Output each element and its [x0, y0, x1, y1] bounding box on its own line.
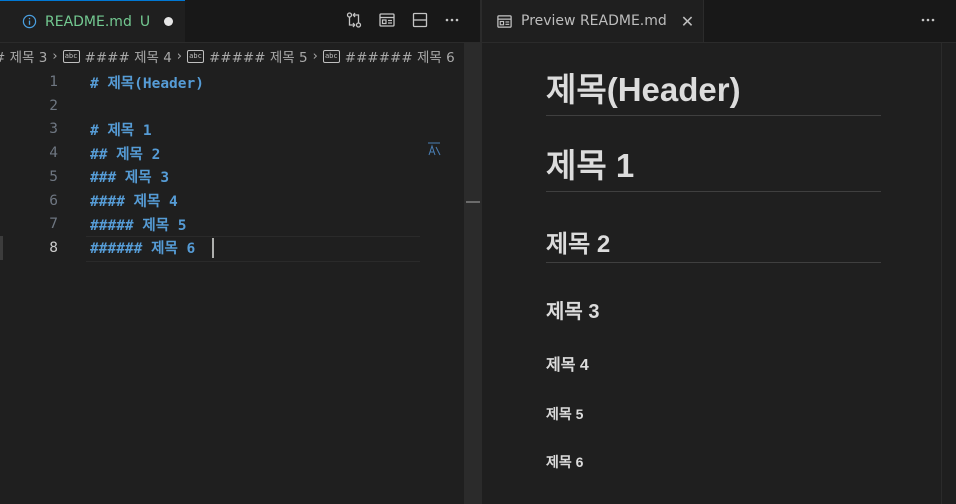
open-preview-icon[interactable]: [376, 9, 398, 31]
preview-h1-header: 제목(Header): [546, 71, 741, 108]
heading-rule: [546, 115, 881, 116]
line-number: 3: [49, 121, 58, 138]
abc-icon: abc: [62, 49, 80, 63]
breadcrumb-item-h5[interactable]: abc ##### 제목 5: [187, 46, 308, 66]
code-line[interactable]: 7 ##### 제목 5: [0, 212, 460, 236]
preview-tab-bar: Preview README.md ✕: [482, 0, 956, 43]
code-editor[interactable]: 1 # 제목(Header) 2 3 # 제목 1 4 ## 제목 2 5 ##…: [0, 70, 480, 504]
preview-group: Preview README.md ✕ 제목(Header) 제목 1 제목 2…: [482, 0, 956, 504]
line-number: 6: [49, 192, 58, 209]
preview-h3: 제목 3: [546, 301, 600, 323]
code-line[interactable]: 4 ## 제목 2: [0, 141, 460, 165]
editor-group: README.md U # 제목 3 › abc #### 제목 4 › abc…: [0, 0, 480, 504]
line-text: ## 제목 2: [90, 146, 161, 163]
breadcrumb: # 제목 3 › abc #### 제목 4 › abc ##### 제목 5 …: [0, 43, 480, 69]
heading-rule: [546, 191, 881, 192]
editor-tab-bar: README.md U: [0, 0, 480, 43]
preview-h4: 제목 4: [546, 357, 589, 374]
line-text: ### 제목 3: [90, 170, 170, 187]
line-text: ###### 제목 6: [90, 241, 196, 258]
text-cursor: [212, 238, 214, 258]
preview-h2: 제목 2: [546, 231, 611, 258]
git-status-badge: U: [139, 13, 151, 30]
code-line[interactable]: 1 # 제목(Header): [0, 70, 460, 94]
heading-rule: [546, 262, 881, 263]
minimap-icon[interactable]: [426, 141, 442, 157]
tab-preview-readme[interactable]: Preview README.md ✕: [482, 0, 704, 42]
code-line[interactable]: 5 ### 제목 3: [0, 165, 460, 189]
line-number: 5: [49, 168, 58, 185]
abc-icon: abc: [322, 49, 340, 63]
code-line[interactable]: 8 ###### 제목 6: [0, 236, 460, 260]
breadcrumb-item-h3[interactable]: # 제목 3: [0, 46, 47, 66]
line-text: #### 제목 4: [90, 194, 178, 210]
line-number: 4: [49, 145, 58, 162]
tab-readme[interactable]: README.md U: [0, 0, 185, 42]
preview-icon: [496, 13, 513, 30]
preview-scrollbar[interactable]: [941, 43, 956, 504]
chevron-right-icon: ›: [312, 48, 318, 64]
compare-changes-icon[interactable]: [343, 9, 365, 31]
breadcrumb-item-h4[interactable]: abc #### 제목 4: [62, 46, 172, 66]
preview-h1: 제목 1: [546, 147, 635, 184]
info-icon: [22, 14, 37, 29]
close-icon[interactable]: ✕: [681, 12, 694, 31]
line-number: 7: [49, 216, 58, 233]
code-line[interactable]: 2: [0, 94, 460, 118]
tab-label: Preview README.md: [521, 13, 667, 29]
breadcrumb-item-h6[interactable]: abc ###### 제목 6: [322, 46, 455, 66]
more-actions-icon[interactable]: [441, 9, 463, 31]
line-number: 8: [49, 239, 58, 256]
chevron-right-icon: ›: [52, 48, 58, 64]
preview-h5: 제목 5: [546, 406, 584, 422]
markdown-preview[interactable]: 제목(Header) 제목 1 제목 2 제목 3 제목 4 제목 5 제목 6: [482, 43, 956, 504]
line-number: 2: [49, 97, 58, 114]
line-text: ##### 제목 5: [90, 217, 187, 234]
chevron-right-icon: ›: [176, 48, 182, 64]
editor-scrollbar[interactable]: [464, 42, 480, 504]
preview-h6: 제목 6: [546, 454, 584, 470]
line-number: 1: [49, 74, 58, 90]
tab-label: README.md: [45, 13, 132, 30]
unsaved-dot-icon[interactable]: [164, 17, 174, 26]
abc-icon: abc: [187, 49, 204, 63]
split-editor-icon[interactable]: [409, 9, 431, 31]
line-text: # 제목 1: [90, 122, 152, 139]
code-line[interactable]: 3 # 제목 1: [0, 117, 460, 141]
scrollbar-position-marker: [466, 201, 480, 203]
line-text: # 제목(Header): [90, 75, 204, 92]
more-actions-icon[interactable]: [917, 9, 939, 31]
code-line[interactable]: 6 #### 제목 4: [0, 189, 460, 213]
